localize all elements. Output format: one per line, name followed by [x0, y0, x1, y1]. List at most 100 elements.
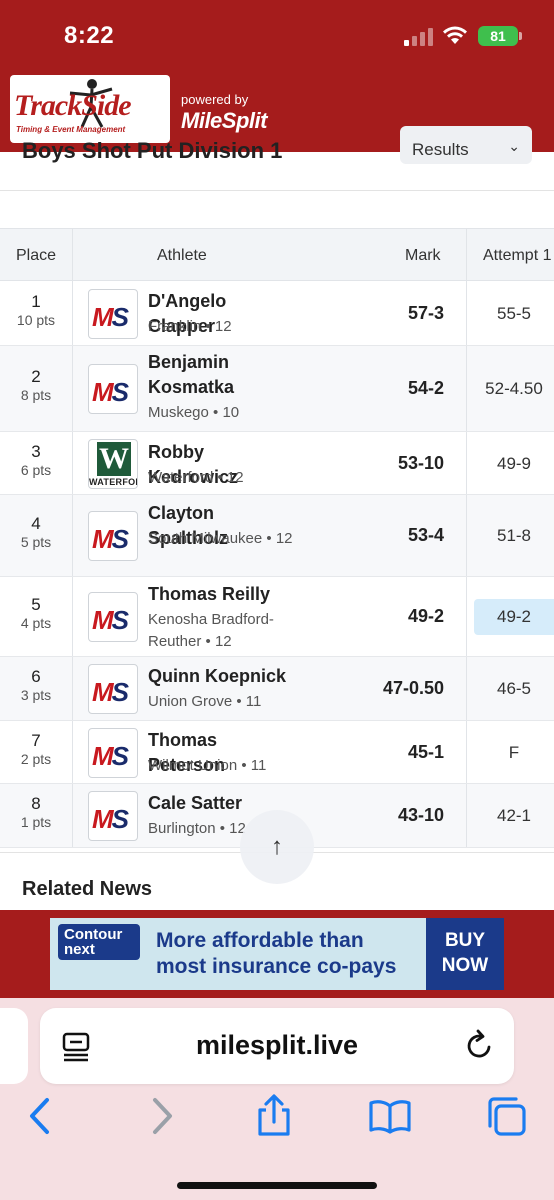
waterford-w-mark: W: [97, 441, 131, 476]
athlete-team[interactable]: Muskego • 10: [148, 402, 298, 424]
athlete-team[interactable]: South Milwaukee • 12: [148, 528, 298, 550]
share-icon[interactable]: [252, 1094, 296, 1138]
tabs-icon[interactable]: [484, 1094, 528, 1138]
column-header-place[interactable]: Place: [16, 247, 56, 265]
scroll-to-top-button[interactable]: ↑: [240, 810, 314, 884]
attempt-1-value: F: [508, 742, 520, 762]
place-number: 8: [31, 794, 41, 813]
table-row[interactable]: 6 3 pts MS Quinn Koepnick Union Grove • …: [0, 657, 554, 721]
column-separator: [72, 721, 73, 783]
column-separator: [466, 784, 467, 847]
attempt-1-value: 49-2: [474, 599, 554, 635]
mark-value: 43-10: [397, 805, 444, 825]
column-header-athlete[interactable]: Athlete: [157, 247, 207, 265]
place-number: 5: [31, 595, 41, 614]
milesplit-brand[interactable]: MileSplit: [181, 108, 267, 134]
ad-line-1: More affordable than: [156, 929, 364, 952]
table-row[interactable]: 2 8 pts MS Benjamin Kosmatka Muskego • 1…: [0, 346, 554, 432]
ms-mark: MS: [92, 301, 129, 332]
table-row[interactable]: 7 2 pts MS Thomas Peterson Wilmot Union …: [0, 721, 554, 784]
ad-brand-logo: Contour next: [58, 924, 140, 960]
table-row[interactable]: 3 6 pts W WATERFOR Robby Kedrowicz Water…: [0, 432, 554, 495]
reload-icon[interactable]: [464, 1028, 496, 1062]
milesplit-logo-icon: MS: [88, 791, 138, 841]
place-cell: 4 5 pts: [0, 495, 72, 576]
place-points: 6 pts: [20, 461, 52, 478]
athlete-team[interactable]: Waterford • 12: [148, 467, 298, 489]
place-cell: 3 6 pts: [0, 432, 72, 494]
powered-by-label: powered by: [181, 92, 249, 107]
table-body: 1 10 pts MS D'Angelo Clapper Franklin • …: [0, 281, 554, 848]
home-indicator: [177, 1182, 377, 1189]
athlete-team[interactable]: Kenosha Bradford-Reuther • 12: [148, 609, 298, 653]
column-separator: [466, 432, 467, 494]
battery-indicator: 81: [478, 26, 518, 46]
column-separator: [72, 577, 73, 656]
place-number: 7: [31, 730, 41, 750]
back-icon[interactable]: [20, 1094, 64, 1138]
athlete-team[interactable]: Wilmot Union • 11: [148, 755, 298, 777]
ad-cta-line-2: NOW: [441, 955, 489, 976]
athlete-team[interactable]: Franklin • 12: [148, 316, 298, 338]
column-separator: [466, 577, 467, 656]
column-separator: [72, 495, 73, 576]
ad-banner-container: Contour next More affordable than most i…: [0, 910, 554, 998]
ms-mark: MS: [92, 377, 129, 407]
mark-value: 53-10: [397, 452, 444, 473]
attempt-1-value: 51-8: [496, 526, 532, 545]
place-points: 4 pts: [20, 615, 52, 631]
address-bar[interactable]: milesplit.live: [40, 1008, 514, 1084]
ad-line-2: most insurance co-pays: [156, 955, 397, 978]
ad-cta-line-1: BUY: [444, 930, 486, 951]
advertisement[interactable]: Contour next More affordable than most i…: [50, 918, 504, 990]
wifi-icon: [443, 26, 467, 44]
milesplit-logo-icon: MS: [88, 364, 138, 414]
place-cell: 1 10 pts: [0, 281, 72, 345]
results-filter-select[interactable]: Results ⌄: [400, 126, 532, 164]
column-separator: [466, 721, 467, 783]
athlete-name-link[interactable]: Quinn Koepnick: [148, 664, 298, 689]
mark-value: 47-0.50: [382, 678, 444, 698]
place-cell: 7 2 pts: [0, 721, 72, 783]
forward-icon[interactable]: [138, 1094, 182, 1138]
place-points: 1 pts: [20, 814, 52, 830]
bookmarks-icon[interactable]: [368, 1094, 412, 1138]
mark-value: 54-2: [407, 378, 444, 398]
trackside-logo[interactable]: TrackSide Timing & Event Management: [10, 75, 170, 143]
table-row[interactable]: 1 10 pts MS D'Angelo Clapper Franklin • …: [0, 281, 554, 346]
place-cell: 8 1 pts: [0, 784, 72, 847]
table-row[interactable]: 4 5 pts MS Clayton Spaltholz South Milwa…: [0, 495, 554, 577]
column-separator: [72, 346, 73, 431]
place-cell: 6 3 pts: [0, 657, 72, 720]
filter-value: Results: [412, 140, 469, 159]
athlete-name-link[interactable]: Benjamin Kosmatka: [148, 350, 298, 400]
ad-buy-now-button[interactable]: BUY NOW: [426, 918, 504, 990]
place-cell: 5 4 pts: [0, 577, 72, 656]
athlete-name-link[interactable]: Thomas Reilly: [148, 582, 298, 607]
attempt-1-value: 49-9: [496, 453, 532, 473]
arrow-up-icon: ↑: [271, 833, 283, 860]
place-cell: 2 8 pts: [0, 346, 72, 431]
previous-tab-pill[interactable]: [0, 1008, 28, 1084]
attempt-1-value: 52-4.50: [485, 379, 543, 398]
event-title: Boys Shot Put Division 1: [22, 138, 283, 163]
team-logo: W WATERFOR: [88, 438, 138, 489]
cellular-signal-icon: [404, 28, 434, 46]
attempt-1-value: 42-1: [496, 806, 532, 825]
table-header: Place Athlete Mark Attempt 1: [0, 228, 554, 281]
team-logo-text: WATERFOR: [89, 476, 138, 487]
place-points: 10 pts: [16, 311, 56, 328]
column-header-mark[interactable]: Mark: [405, 247, 441, 265]
logo-wordmark: TrackSide: [14, 89, 132, 122]
attempt-1-value: 46-5: [496, 679, 532, 698]
ms-mark: MS: [92, 740, 129, 771]
ms-mark: MS: [92, 804, 129, 834]
column-separator: [72, 432, 73, 494]
table-row[interactable]: 5 4 pts MS Thomas Reilly Kenosha Bradfor…: [0, 577, 554, 657]
milesplit-logo-icon: MS: [88, 592, 138, 642]
column-header-attempt[interactable]: Attempt 1: [483, 247, 551, 265]
athlete-team[interactable]: Union Grove • 11: [148, 691, 298, 713]
related-news-heading: Related News: [22, 878, 153, 900]
results-table: Place Athlete Mark Attempt 1 1 10 pts MS…: [0, 228, 554, 848]
place-number: 6: [31, 667, 41, 686]
